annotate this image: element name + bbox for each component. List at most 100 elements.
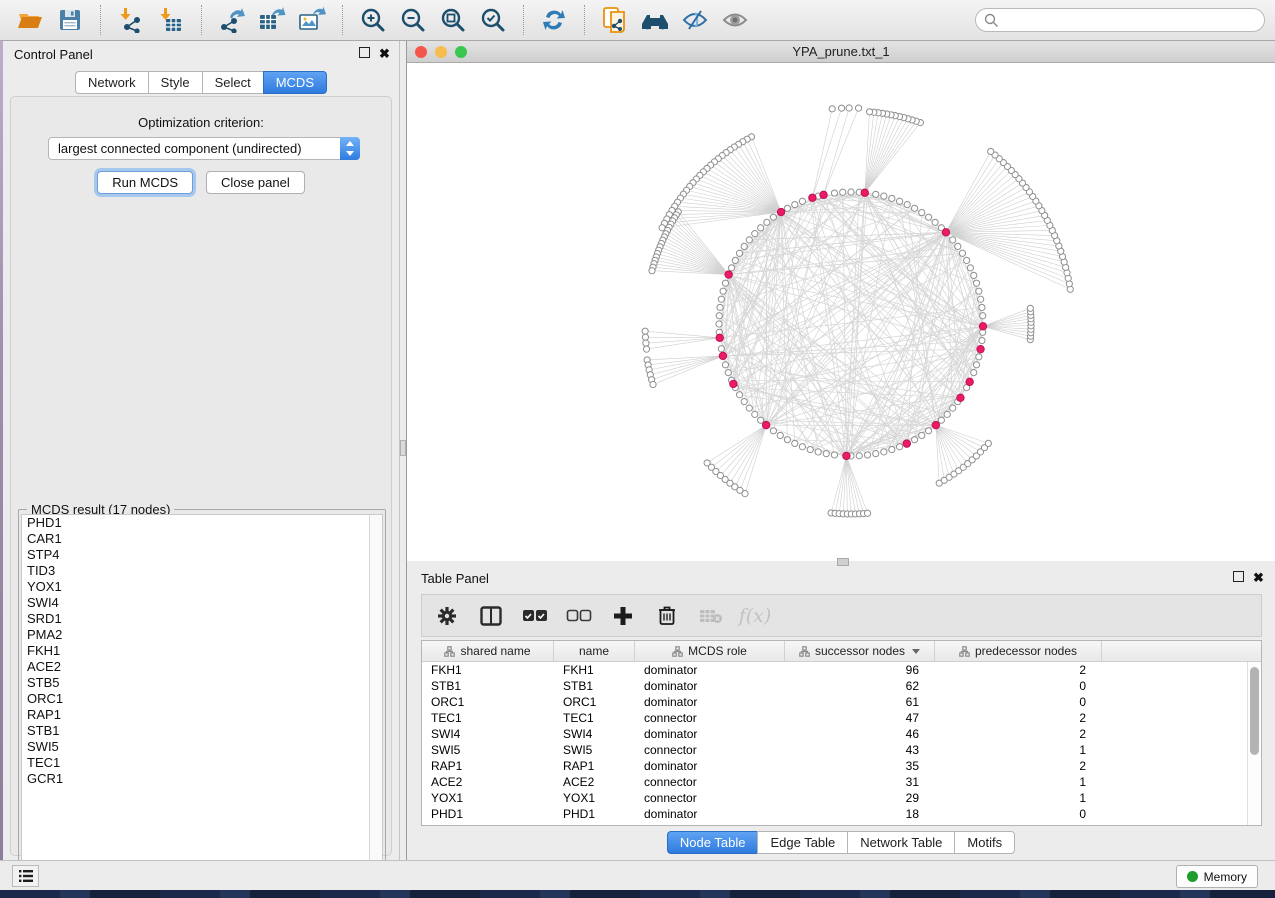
list-item[interactable]: YOX1 [22, 579, 382, 595]
tab-select[interactable]: Select [202, 71, 263, 94]
cell-successor-nodes: 96 [785, 662, 935, 678]
search-box[interactable] [975, 8, 1265, 32]
function-builder-button[interactable]: f(x) [742, 603, 768, 629]
table-settings-button[interactable] [434, 603, 460, 629]
list-item[interactable]: STB1 [22, 723, 382, 739]
list-item[interactable]: RAP1 [22, 707, 382, 723]
cell-name: SWI5 [554, 742, 635, 758]
table-row[interactable]: PHD1PHD1dominator180 [422, 806, 1261, 822]
list-item[interactable]: PMA2 [22, 627, 382, 643]
cell-shared-name: SWI4 [422, 726, 554, 742]
memory-button[interactable]: Memory [1176, 865, 1258, 888]
open-file-button[interactable] [13, 4, 47, 36]
list-item[interactable]: CAR1 [22, 531, 382, 547]
search-input[interactable] [999, 13, 1256, 27]
tab-network-table[interactable]: Network Table [847, 831, 954, 854]
column-label: MCDS role [688, 644, 747, 658]
show-panels-menu-button[interactable] [12, 865, 39, 887]
list-item[interactable]: ACE2 [22, 659, 382, 675]
cell-shared-name: PHD1 [422, 806, 554, 822]
list-item[interactable]: STP4 [22, 547, 382, 563]
list-item[interactable]: SWI5 [22, 739, 382, 755]
clone-network-button[interactable] [598, 4, 632, 36]
refresh-layout-button[interactable] [537, 4, 571, 36]
float-panel-icon[interactable] [1233, 571, 1244, 582]
import-table-button[interactable] [154, 4, 188, 36]
window-close-icon[interactable] [415, 46, 427, 58]
import-network-button[interactable] [114, 4, 148, 36]
close-panel-button[interactable]: Close panel [206, 171, 305, 194]
float-panel-icon[interactable] [359, 47, 370, 58]
export-network-button[interactable] [215, 4, 249, 36]
column-header-shared-name[interactable]: shared name [422, 641, 554, 661]
export-table-button[interactable] [255, 4, 289, 36]
cell-mcds-role: dominator [635, 662, 785, 678]
gear-icon [437, 606, 457, 626]
list-item[interactable]: ORC1 [22, 691, 382, 707]
table-scrollbar-thumb[interactable] [1250, 667, 1259, 755]
column-label: successor nodes [815, 644, 905, 658]
result-list-scrollbar[interactable] [369, 515, 382, 873]
optimization-criterion-select[interactable]: largest connected component (undirected) [48, 137, 360, 160]
column-header-mcds-role[interactable]: MCDS role [635, 641, 785, 661]
memory-status-icon [1187, 871, 1198, 882]
column-header-predecessor-nodes[interactable]: predecessor nodes [935, 641, 1102, 661]
zoom-selected-button[interactable] [476, 4, 510, 36]
zoom-fit-button[interactable] [436, 4, 470, 36]
table-row[interactable]: ACE2ACE2connector311 [422, 774, 1261, 790]
first-neighbors-button[interactable] [638, 4, 672, 36]
table-scrollbar[interactable] [1247, 662, 1261, 825]
save-button[interactable] [53, 4, 87, 36]
window-maximize-icon[interactable] [455, 46, 467, 58]
run-mcds-button[interactable]: Run MCDS [97, 171, 193, 194]
delete-column-button[interactable] [654, 603, 680, 629]
tab-edge-table[interactable]: Edge Table [757, 831, 847, 854]
hide-selected-button[interactable] [678, 4, 712, 36]
close-panel-icon[interactable]: ✖ [378, 47, 391, 60]
vertical-splitter[interactable] [399, 41, 407, 862]
list-item[interactable]: SRD1 [22, 611, 382, 627]
table-row[interactable]: SWI4SWI4dominator462 [422, 726, 1261, 742]
close-panel-icon[interactable]: ✖ [1252, 571, 1265, 584]
table-row[interactable]: YOX1YOX1connector291 [422, 790, 1261, 806]
deselect-all-rows-button[interactable] [566, 603, 592, 629]
show-all-button[interactable] [718, 4, 752, 36]
column-header-successor-nodes[interactable]: successor nodes [785, 641, 935, 661]
tab-style[interactable]: Style [148, 71, 202, 94]
list-item[interactable]: FKH1 [22, 643, 382, 659]
mcds-result-list[interactable]: PHD1 CAR1 STP4 TID3 YOX1 SWI4 SRD1 PMA2 … [21, 514, 383, 874]
table-row[interactable]: RAP1RAP1dominator352 [422, 758, 1261, 774]
list-item[interactable]: GCR1 [22, 771, 382, 787]
list-item[interactable]: PHD1 [22, 515, 382, 531]
column-header-name[interactable]: name [554, 641, 635, 661]
plus-icon [613, 606, 633, 626]
export-image-button[interactable] [295, 4, 329, 36]
show-column-panel-button[interactable] [478, 603, 504, 629]
zoom-out-button[interactable] [396, 4, 430, 36]
list-item[interactable]: TEC1 [22, 755, 382, 771]
tab-motifs[interactable]: Motifs [954, 831, 1015, 854]
list-item[interactable]: STB5 [22, 675, 382, 691]
table-row[interactable]: FKH1FKH1dominator962 [422, 662, 1261, 678]
tab-node-table[interactable]: Node Table [667, 831, 758, 854]
add-column-button[interactable] [610, 603, 636, 629]
table-row[interactable]: TEC1TEC1connector472 [422, 710, 1261, 726]
zoom-in-button[interactable] [356, 4, 390, 36]
network-graph[interactable] [407, 63, 1275, 564]
cell-successor-nodes: 29 [785, 790, 935, 806]
table-row[interactable]: STB1STB1dominator620 [422, 678, 1261, 694]
window-minimize-icon[interactable] [435, 46, 447, 58]
table-row[interactable]: SWI5SWI5connector431 [422, 742, 1261, 758]
delete-table-button[interactable] [698, 603, 724, 629]
tab-network[interactable]: Network [75, 71, 148, 94]
save-icon [58, 8, 82, 32]
table-row[interactable]: ORC1ORC1dominator610 [422, 694, 1261, 710]
list-item[interactable]: SWI4 [22, 595, 382, 611]
list-item[interactable]: TID3 [22, 563, 382, 579]
select-all-rows-button[interactable] [522, 603, 548, 629]
network-window-titlebar[interactable]: YPA_prune.txt_1 [407, 41, 1275, 63]
control-panel-tabs: Network Style Select MCDS [3, 71, 399, 94]
network-canvas[interactable] [407, 63, 1275, 564]
tab-mcds[interactable]: MCDS [263, 71, 327, 94]
trash-icon [658, 605, 676, 626]
